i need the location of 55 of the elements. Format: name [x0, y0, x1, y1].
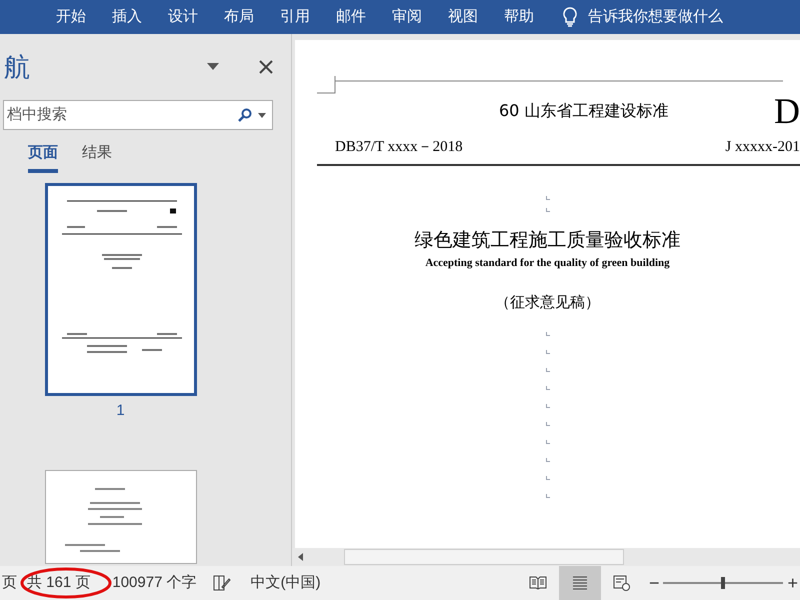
- document-subtitle: Accepting standard for the quality of green building: [425, 256, 670, 270]
- paragraph-mark-icon: [546, 458, 550, 462]
- ribbon-tab[interactable]: 审阅: [380, 0, 434, 34]
- paragraph-mark-icon: [546, 332, 550, 336]
- book-icon: [528, 576, 547, 590]
- ribbon-tab[interactable]: 布局: [212, 0, 266, 34]
- language-indicator[interactable]: 中文(中国): [250, 572, 321, 594]
- word-count[interactable]: 100977 个字: [112, 572, 197, 594]
- draft-note: （征求意见稿）: [495, 292, 600, 313]
- paragraph-mark-icon: [546, 440, 550, 444]
- ribbon-tab[interactable]: 视图: [436, 0, 490, 34]
- pane-title: 航: [4, 50, 31, 84]
- standard-number: DB37/T xxxx－2018: [335, 138, 463, 156]
- lightbulb-icon: [562, 7, 578, 27]
- page-lines-icon: [572, 576, 588, 590]
- paragraph-mark-icon: [546, 494, 550, 498]
- ribbon-tab[interactable]: 开始: [44, 0, 98, 34]
- zoom-slider[interactable]: [663, 577, 784, 589]
- search-input[interactable]: 档中搜索: [7, 104, 238, 126]
- paragraph-mark-icon: [546, 422, 550, 426]
- ribbon-tab[interactable]: 引用: [268, 0, 322, 34]
- paragraph-mark-icon: [546, 368, 550, 372]
- ribbon-tab[interactable]: 帮助: [492, 0, 546, 34]
- zoom-thumb[interactable]: [721, 577, 726, 589]
- search-field[interactable]: 档中搜索: [3, 100, 273, 130]
- ribbon-tab[interactable]: 邮件: [324, 0, 378, 34]
- dropdown-arrow-icon[interactable]: [258, 112, 266, 118]
- header-title: 60 山东省工程建设标准: [499, 100, 668, 122]
- web-page-icon: [612, 575, 631, 591]
- page-number: 1: [116, 400, 125, 420]
- pane-tab[interactable]: 页面: [28, 142, 58, 172]
- paragraph-mark-icon: [546, 350, 550, 354]
- paragraph-mark-icon: [546, 386, 550, 390]
- page-indicator: 页: [2, 572, 17, 593]
- view-button[interactable]: [558, 566, 601, 600]
- ribbon-tab[interactable]: 插入: [100, 0, 154, 34]
- document-title: 绿色建筑工程施工质量验收标准: [414, 228, 680, 253]
- record-number: J xxxxx-201: [725, 138, 800, 156]
- search-icon[interactable]: [238, 108, 252, 122]
- zoom-in-button[interactable]: +: [787, 570, 798, 596]
- paragraph-mark-icon: [546, 208, 550, 212]
- paragraph-mark-icon: [546, 404, 550, 408]
- header-code: D: [774, 93, 800, 129]
- close-icon[interactable]: [259, 60, 273, 74]
- ribbon-tab[interactable]: 设计: [156, 0, 210, 34]
- zoom-out-button[interactable]: −: [648, 570, 660, 596]
- tell-me-button[interactable]: 告诉我你想要做什么: [548, 0, 737, 34]
- proofing-icon[interactable]: [212, 575, 231, 591]
- scroll-thumb[interactable]: [344, 549, 624, 565]
- page-thumbnail[interactable]: [44, 470, 196, 564]
- page-thumbnail[interactable]: [44, 182, 196, 396]
- pane-tab[interactable]: 结果: [82, 142, 112, 172]
- dropdown-arrow-icon[interactable]: [207, 63, 219, 71]
- paragraph-mark-icon: [546, 196, 550, 200]
- paragraph-mark-icon: [546, 476, 550, 480]
